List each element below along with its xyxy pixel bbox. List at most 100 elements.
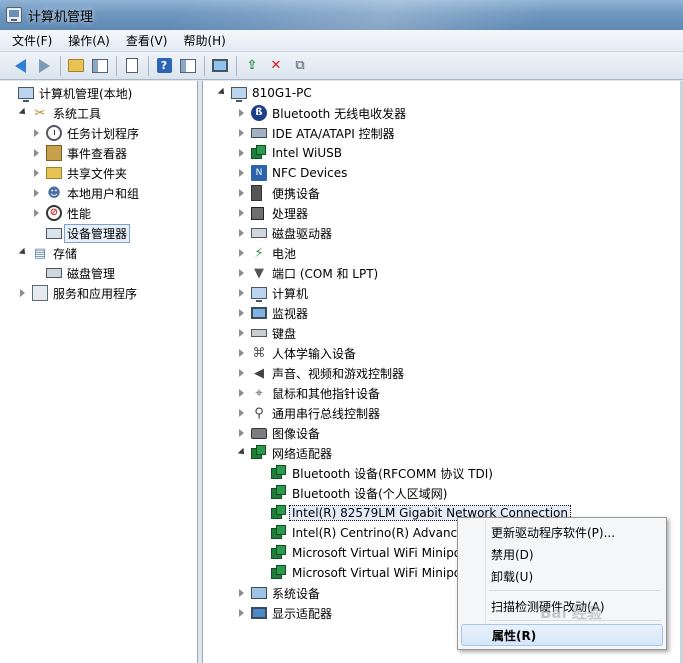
collapsed-arrow-icon[interactable] [237,168,247,178]
collapsed-arrow-icon[interactable] [32,208,42,218]
collapsed-arrow-icon[interactable] [32,168,42,178]
device-tree-item[interactable]: 810G1-PC [217,83,312,103]
menu-file[interactable]: 文件(F) [12,32,52,49]
device-tree-item[interactable]: ◀ 声音、视频和游戏控制器 [237,363,404,383]
tree-item-label: 810G1-PC [252,86,312,100]
console-tree-item[interactable]: ☻ 本地用户和组 [32,183,139,203]
collapsed-arrow-icon[interactable] [237,428,247,438]
portable-icon [251,185,262,201]
device-tree-item[interactable]: 便携设备 [237,183,320,203]
device-tree-item[interactable]: 显示适配器 [237,603,332,623]
console-tree-item[interactable]: ⊘ 性能 [32,203,91,223]
device-tree-item[interactable]: 处理器 [237,203,308,223]
collapsed-arrow-icon[interactable] [18,288,28,298]
device-tree-item[interactable]: 网络适配器 [237,443,332,463]
collapsed-arrow-icon[interactable] [237,288,247,298]
collapsed-arrow-icon[interactable] [237,268,247,278]
device-tree-item[interactable]: Microsoft Virtual WiFi Minipor [257,563,466,583]
hid-icon: ⌘ [252,345,266,361]
device-tree-item[interactable]: Intel WiUSB [237,143,342,163]
collapsed-arrow-icon[interactable] [237,148,247,158]
expanded-arrow-icon[interactable] [18,248,28,258]
export-list-button[interactable] [122,56,142,76]
collapsed-arrow-icon[interactable] [237,408,247,418]
console-tree-item[interactable]: 设备管理器 [32,223,131,243]
device-tree-item[interactable]: IDE ATA/ATAPI 控制器 [237,123,395,143]
collapsed-arrow-icon[interactable] [237,188,247,198]
context-scan-hardware[interactable]: 扫描检测硬件改动(A) [461,595,663,617]
expanded-arrow-icon[interactable] [18,108,28,118]
context-properties[interactable]: 属性(R) [461,624,663,646]
collapsed-arrow-icon[interactable] [32,188,42,198]
toolbar: ? ⇪ ✕ ⧉ [0,52,683,80]
back-button[interactable] [10,56,30,76]
uninstall-button[interactable]: ✕ [266,56,286,76]
perf-icon: ⊘ [46,205,62,221]
tree-item-label: 网络适配器 [272,446,333,461]
collapsed-arrow-icon[interactable] [237,208,247,218]
device-tree-item[interactable]: 系统设备 [237,583,320,603]
show-hide-tree-button[interactable] [90,56,110,76]
collapsed-arrow-icon[interactable] [32,128,42,138]
console-tree-item[interactable]: 服务和应用程序 [18,283,137,303]
console-tree-item[interactable]: 磁盘管理 [32,263,115,283]
monitor-icon [251,307,267,319]
battery-icon: ⚡ [254,245,264,261]
context-update-driver[interactable]: 更新驱动程序软件(P)... [461,521,663,543]
context-uninstall[interactable]: 卸载(U) [461,565,663,587]
help-button[interactable]: ? [154,56,174,76]
update-driver-button[interactable]: ⇪ [242,56,262,76]
device-tree-item[interactable]: Intel(R) Centrino(R) Advanced- [257,523,477,543]
collapsed-arrow-icon[interactable] [237,388,247,398]
console-tree-item[interactable]: ▤ 存储 [18,243,77,263]
forward-button[interactable] [34,56,54,76]
console-tree-item[interactable]: 共享文件夹 [32,163,127,183]
device-tree-item[interactable]: 磁盘驱动器 [237,223,332,243]
device-tree-item[interactable]: 图像设备 [237,423,320,443]
console-tree-item[interactable]: 计算机管理(本地) [4,83,132,103]
net-icon [271,484,286,499]
collapsed-arrow-icon[interactable] [237,248,247,258]
scan-hardware-button[interactable] [210,56,230,76]
device-tree-item[interactable]: Bluetooth 设备(RFCOMM 协议 TDI) [257,463,493,483]
collapsed-arrow-icon[interactable] [237,348,247,358]
collapsed-arrow-icon[interactable] [237,228,247,238]
collapsed-arrow-icon[interactable] [237,608,247,618]
context-disable[interactable]: 禁用(D) [461,543,663,565]
menu-action[interactable]: 操作(A) [68,32,110,49]
device-tree-item[interactable]: ß Bluetooth 无线电收发器 [237,103,406,123]
collapsed-arrow-icon[interactable] [237,328,247,338]
device-tree-item[interactable]: ⚡ 电池 [237,243,296,263]
disable-button[interactable]: ⧉ [290,56,310,76]
collapsed-arrow-icon[interactable] [237,108,247,118]
device-tree-item[interactable]: ⌘ 人体学输入设备 [237,343,356,363]
device-tree-item[interactable]: Bluetooth 设备(个人区域网) [257,483,447,503]
collapsed-arrow-icon[interactable] [237,128,247,138]
context-scan-hardware-label: 扫描检测硬件改动(A) [491,599,605,614]
console-tree-item[interactable]: ✂ 系统工具 [18,103,101,123]
console-tree-pane[interactable]: 计算机管理(本地) ✂ 系统工具 任务计划程序 事件查看器 共享文件夹 ☻ 本地用户和组 ⊘ 性能… [0,81,198,663]
device-tree-item[interactable]: Microsoft Virtual WiFi Minipor [257,543,466,563]
console-tree-item[interactable]: 事件查看器 [32,143,127,163]
collapsed-arrow-icon[interactable] [32,148,42,158]
device-tree-item[interactable]: N NFC Devices [237,163,347,183]
up-folder-button[interactable] [66,56,86,76]
menu-help[interactable]: 帮助(H) [183,32,225,49]
device-tree-item[interactable]: 键盘 [237,323,296,343]
collapsed-arrow-icon[interactable] [237,308,247,318]
device-tree-item[interactable]: 计算机 [237,283,308,303]
device-tree-item[interactable]: 监视器 [237,303,308,323]
menu-view[interactable]: 查看(V) [126,32,168,49]
collapsed-arrow-icon[interactable] [237,588,247,598]
sound-icon: ◀ [254,365,264,381]
device-tree-item[interactable]: ⌖ 鼠标和其他指针设备 [237,383,380,403]
device-tree-item[interactable]: ⚲ 通用串行总线控制器 [237,403,380,423]
collapsed-arrow-icon[interactable] [237,368,247,378]
device-tree-item[interactable]: ▼ 端口 (COM 和 LPT) [237,263,378,283]
expanded-arrow-icon[interactable] [237,448,247,458]
tree-item-label: 设备管理器 [64,223,131,243]
net-icon [251,444,266,459]
console-tree-item[interactable]: 任务计划程序 [32,123,139,143]
action-pane-button[interactable] [178,56,198,76]
expanded-arrow-icon[interactable] [217,88,227,98]
